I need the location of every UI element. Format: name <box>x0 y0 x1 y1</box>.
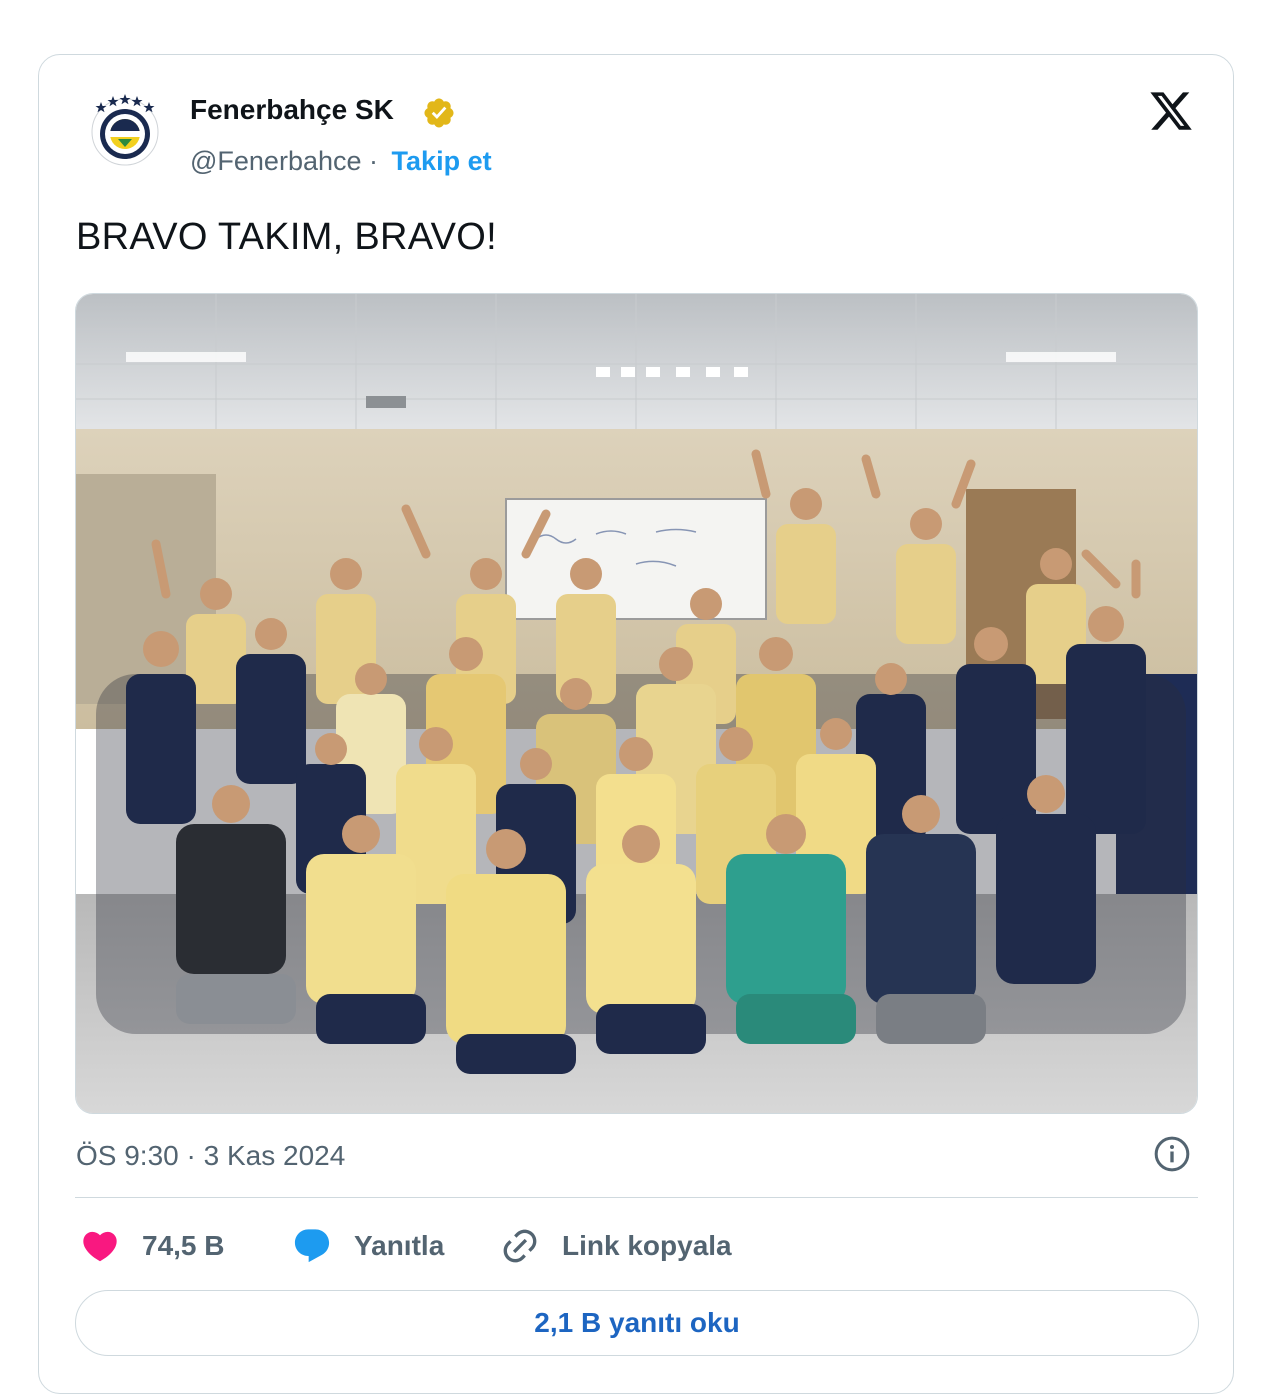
follow-button[interactable]: Takip et <box>392 146 492 176</box>
tweet-text: BRAVO TAKIM, BRAVO! <box>76 216 497 258</box>
link-icon <box>503 1229 537 1263</box>
info-icon[interactable] <box>1152 1134 1192 1174</box>
copy-link-label: Link kopyala <box>562 1230 732 1261</box>
copy-link-button[interactable]: Link kopyala <box>500 1224 732 1268</box>
fenerbahce-crest-avatar[interactable] <box>88 92 162 166</box>
like-count: 74,5 B <box>142 1230 225 1261</box>
tweet-timestamp[interactable]: ÖS 9:30 · 3 Kas 2024 <box>76 1140 345 1172</box>
divider <box>75 1197 1198 1198</box>
reply-label: Yanıtla <box>354 1230 445 1261</box>
author-handle[interactable]: @Fenerbahce <box>190 146 362 176</box>
reply-button[interactable]: Yanıtla <box>292 1224 444 1268</box>
handle-row: @Fenerbahce · Takip et <box>190 146 492 177</box>
x-logo-icon[interactable] <box>1148 88 1194 134</box>
like-button[interactable]: 74,5 B <box>80 1224 225 1268</box>
read-replies-button[interactable]: 2,1 B yanıtı oku <box>75 1290 1199 1356</box>
tweet-photo[interactable] <box>75 293 1198 1114</box>
verified-badge-icon <box>424 98 454 128</box>
team-celebration-photo <box>76 294 1197 1113</box>
speech-bubble-icon <box>294 1229 330 1263</box>
heart-icon <box>83 1231 117 1262</box>
author-name[interactable]: Fenerbahçe SK <box>190 94 394 126</box>
separator-dot: · <box>369 146 379 176</box>
